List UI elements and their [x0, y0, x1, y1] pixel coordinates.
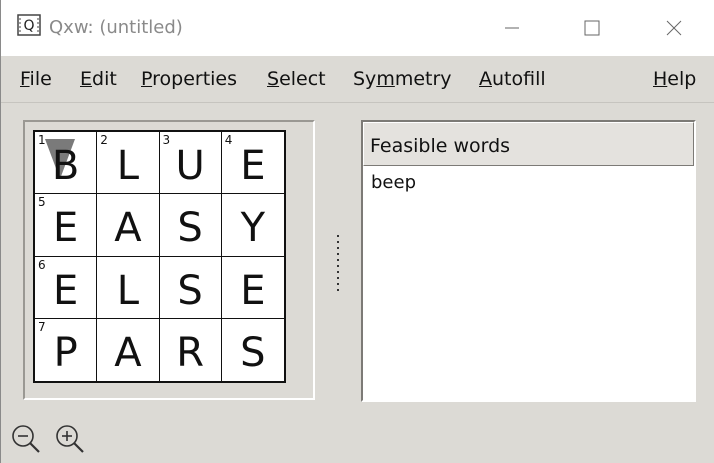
minimize-icon [505, 27, 519, 29]
cell-letter: B [51, 143, 80, 189]
cell-letter: S [240, 329, 266, 376]
grid-cell[interactable]: 7P [35, 318, 98, 381]
pane-separator-handle[interactable] [335, 234, 341, 292]
grid-cell[interactable]: Y [221, 194, 284, 257]
cell-letter: S [177, 205, 203, 252]
close-button[interactable] [651, 10, 697, 46]
menu-file[interactable]: File [20, 68, 52, 90]
grid-cell[interactable]: R [159, 318, 222, 381]
grid-cell[interactable]: A [97, 318, 160, 381]
menu-edit[interactable]: Edit [80, 68, 117, 90]
zoom-in-icon [56, 425, 84, 453]
title-bar[interactable]: Q Qxw: (untitled) [1, 0, 714, 56]
cell-letter: E [52, 267, 79, 314]
grid-cell[interactable]: S [159, 256, 222, 319]
cell-letter: L [116, 143, 140, 189]
grid-cell[interactable]: 2L [97, 132, 160, 195]
menu-help[interactable]: Help [653, 68, 696, 90]
menu-select[interactable]: Select [267, 68, 326, 90]
window-title: Qxw: (untitled) [49, 17, 183, 38]
cell-letter: L [116, 267, 140, 314]
grid-cell[interactable]: 5E [35, 194, 98, 257]
menu-properties[interactable]: Properties [141, 68, 237, 90]
feasible-words-header[interactable]: Feasible words [363, 122, 694, 166]
zoom-in-button[interactable] [51, 420, 89, 458]
cell-letter: A [114, 329, 142, 376]
grid-cell[interactable]: E [221, 256, 284, 319]
menu-symmetry[interactable]: Symmetry [353, 68, 452, 90]
app-icon: Q [17, 14, 41, 36]
maximize-icon [584, 20, 600, 36]
grid-cell[interactable]: A [97, 194, 160, 257]
list-item[interactable]: beep [363, 168, 694, 198]
cell-letter: S [177, 267, 203, 314]
cell-letter: E [52, 205, 79, 252]
feasible-words-list[interactable]: beep [363, 168, 694, 398]
svg-text:Q: Q [23, 18, 34, 34]
cell-letter: A [114, 205, 142, 252]
cell-letter: E [240, 143, 266, 189]
menu-bar: File Edit Properties Select Symmetry Aut… [1, 56, 714, 103]
cell-letter: P [53, 329, 78, 376]
close-icon [666, 20, 682, 36]
zoom-out-button[interactable] [7, 420, 45, 458]
grid-cell[interactable]: L [97, 256, 160, 319]
maximize-button[interactable] [569, 10, 615, 46]
grid-cell[interactable]: S [159, 194, 222, 257]
cell-letter: R [176, 329, 205, 376]
cell-letter: E [240, 267, 266, 314]
main-window: Q Qxw: (untitled) File Edit Properties S… [0, 0, 714, 463]
crossword-grid[interactable]: 1B2L3U4E5EASY6ELSE7PARS [33, 130, 286, 383]
cell-letter: U [175, 143, 205, 189]
grid-cell[interactable]: 4E [221, 132, 284, 195]
grid-cell[interactable]: 3U [159, 132, 222, 195]
menu-autofill[interactable]: Autofill [479, 68, 546, 90]
minimize-button[interactable] [489, 10, 535, 46]
cell-letter: Y [240, 205, 266, 252]
zoom-out-icon [12, 425, 40, 453]
grid-cell[interactable]: 1B [35, 132, 98, 195]
grid-cell[interactable]: S [221, 318, 284, 381]
feasible-words-panel: Feasible words beep [361, 120, 696, 402]
grid-cell[interactable]: 6E [35, 256, 98, 319]
